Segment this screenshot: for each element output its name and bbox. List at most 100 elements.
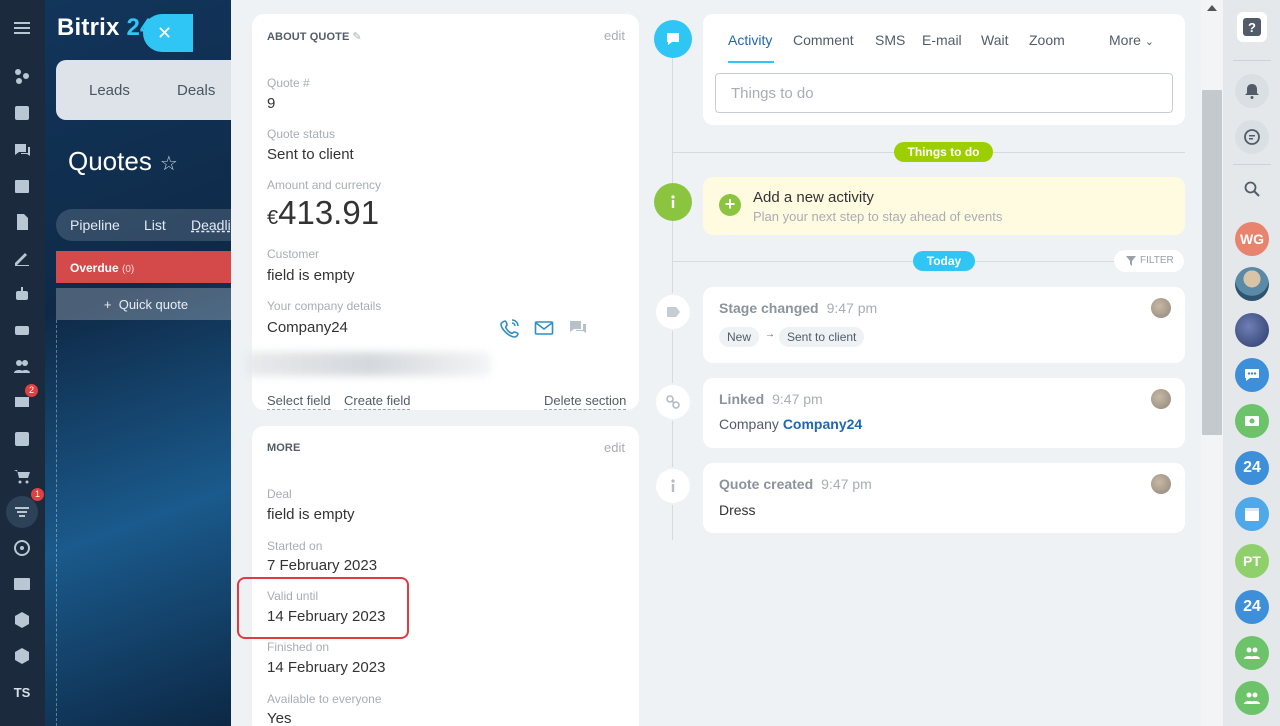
email-icon[interactable] [534, 318, 554, 338]
event-title: Linked 9:47 pm [719, 391, 823, 407]
calendar-app-icon[interactable] [1235, 497, 1269, 531]
company-details-value[interactable]: Company24 [267, 319, 348, 336]
drive-icon[interactable] [12, 320, 32, 340]
tab-more-label: More [1109, 32, 1141, 48]
avatar[interactable] [1151, 474, 1171, 494]
add-activity-card[interactable]: + Add a new activity Plan your next step… [703, 177, 1185, 235]
things-to-do-input[interactable]: Things to do [715, 73, 1173, 113]
tab-wait[interactable]: Wait [981, 32, 1008, 48]
tasks-icon[interactable] [12, 103, 32, 123]
view-list[interactable]: List [144, 217, 166, 233]
overdue-count: (0) [122, 264, 135, 275]
cart-icon[interactable] [12, 466, 32, 486]
group-icon[interactable] [1235, 636, 1269, 670]
checklist-icon[interactable] [12, 429, 32, 449]
highlight-valid-until [237, 577, 409, 639]
crm-badge: 1 [30, 488, 44, 501]
delete-section-link[interactable]: Delete section [544, 393, 627, 410]
linked-entity: Company Company24 [719, 416, 862, 432]
started-on-value: 7 February 2023 [267, 557, 378, 574]
plus-icon[interactable]: + [719, 194, 741, 216]
more-edit-link[interactable]: edit [604, 440, 625, 455]
linked-entity-prefix: Company [719, 416, 779, 432]
avatar-wg[interactable]: WG [1235, 222, 1269, 256]
about-quote-title: ABOUT QUOTE ✎ [267, 30, 362, 43]
phone-icon[interactable] [500, 318, 520, 338]
scroll-thumb[interactable] [1202, 90, 1222, 435]
tab-leads[interactable]: Leads [89, 82, 130, 99]
add-activity-title[interactable]: Add a new activity [753, 189, 874, 206]
sign-icon[interactable] [12, 248, 32, 268]
crm-filter-icon[interactable]: 1 [6, 488, 44, 528]
overdue-column-header: Overdue (0) [56, 251, 235, 283]
redacted-area [246, 352, 491, 376]
event-title-text: Stage changed [719, 300, 819, 316]
tab-email[interactable]: E-mail [922, 32, 962, 48]
view-deadline[interactable]: Deadli [191, 217, 231, 233]
avatar-photo-2[interactable] [1235, 313, 1269, 347]
create-field-link[interactable]: Create field [344, 393, 411, 410]
avatar-initials-wg: WG [1235, 222, 1269, 256]
tab-more[interactable]: More ⌄ [1109, 32, 1154, 48]
mail-icon[interactable]: 2 [12, 384, 38, 412]
company-link[interactable]: Company24 [783, 416, 862, 432]
close-slider-button[interactable]: ✕ [143, 14, 193, 52]
about-edit-link[interactable]: edit [604, 28, 625, 43]
avatar[interactable] [1151, 389, 1171, 409]
bitrix24-app-icon-2[interactable]: 24 [1235, 590, 1269, 624]
menu-icon[interactable] [12, 18, 32, 38]
avatar[interactable] [1151, 298, 1171, 318]
scroll-up-arrow[interactable] [1207, 5, 1217, 11]
group-chat-icon[interactable] [1235, 358, 1269, 392]
documents-icon[interactable] [12, 212, 32, 232]
avatar-photo-1[interactable] [1235, 267, 1269, 301]
tab-comment[interactable]: Comment [793, 32, 854, 48]
available-value: Yes [267, 710, 292, 726]
event-quote-created: Quote created 9:47 pm Dress [703, 463, 1185, 533]
ts-label[interactable]: TS [12, 682, 32, 702]
quick-quote-button[interactable]: + Quick quote [56, 288, 235, 320]
tab-activity[interactable]: Activity [728, 32, 772, 48]
message-icon[interactable] [568, 318, 588, 338]
box-icon[interactable] [12, 610, 32, 630]
close-icon: ✕ [157, 22, 173, 43]
chat-search-icon[interactable] [1235, 120, 1269, 154]
help-icon[interactable]: ? [1237, 12, 1267, 42]
bitrix24-app-icon[interactable]: 24 [1235, 451, 1269, 485]
pencil-icon[interactable]: ✎ [353, 31, 362, 43]
tab-sms[interactable]: SMS [875, 32, 905, 48]
money-icon[interactable] [1235, 404, 1269, 438]
calendar-icon[interactable] [12, 176, 32, 196]
star-icon[interactable]: ☆ [160, 153, 178, 175]
crm-top-nav: Leads Deals [56, 60, 235, 120]
employees-icon[interactable] [12, 356, 32, 376]
tag-icon [654, 293, 692, 331]
chevron-down-icon: ⌄ [1144, 36, 1155, 48]
chat-icon[interactable] [12, 140, 32, 160]
feed-icon[interactable] [12, 66, 32, 86]
company-details-label: Your company details [267, 299, 382, 313]
event-title: Quote created 9:47 pm [719, 476, 872, 492]
view-pipeline[interactable]: Pipeline [70, 217, 120, 233]
robot-icon[interactable] [12, 284, 32, 304]
avatar-pt[interactable]: PT [1235, 544, 1269, 578]
group-icon-2[interactable] [1235, 681, 1269, 715]
event-time: 9:47 pm [821, 476, 872, 492]
contact-card-icon[interactable] [12, 574, 32, 594]
search-icon[interactable] [1235, 172, 1269, 206]
logo[interactable]: Bitrix 24 [57, 14, 154, 42]
filter-button[interactable]: FILTER [1114, 250, 1184, 272]
overdue-label: Overdue [70, 261, 119, 275]
target-icon[interactable] [12, 538, 32, 558]
box-icon-2[interactable] [12, 646, 32, 666]
tab-zoom[interactable]: Zoom [1029, 32, 1065, 48]
event-title-text: Quote created [719, 476, 814, 492]
avatar-initials-pt: PT [1235, 544, 1269, 578]
svg-text:?: ? [1248, 20, 1256, 35]
tab-deals[interactable]: Deals [177, 82, 215, 99]
select-field-link[interactable]: Select field [267, 393, 331, 410]
bell-icon[interactable] [1235, 74, 1269, 108]
mail-badge: 2 [24, 384, 38, 397]
quote-status-label: Quote status [267, 127, 336, 141]
panel-scrollbar[interactable] [1201, 0, 1223, 726]
